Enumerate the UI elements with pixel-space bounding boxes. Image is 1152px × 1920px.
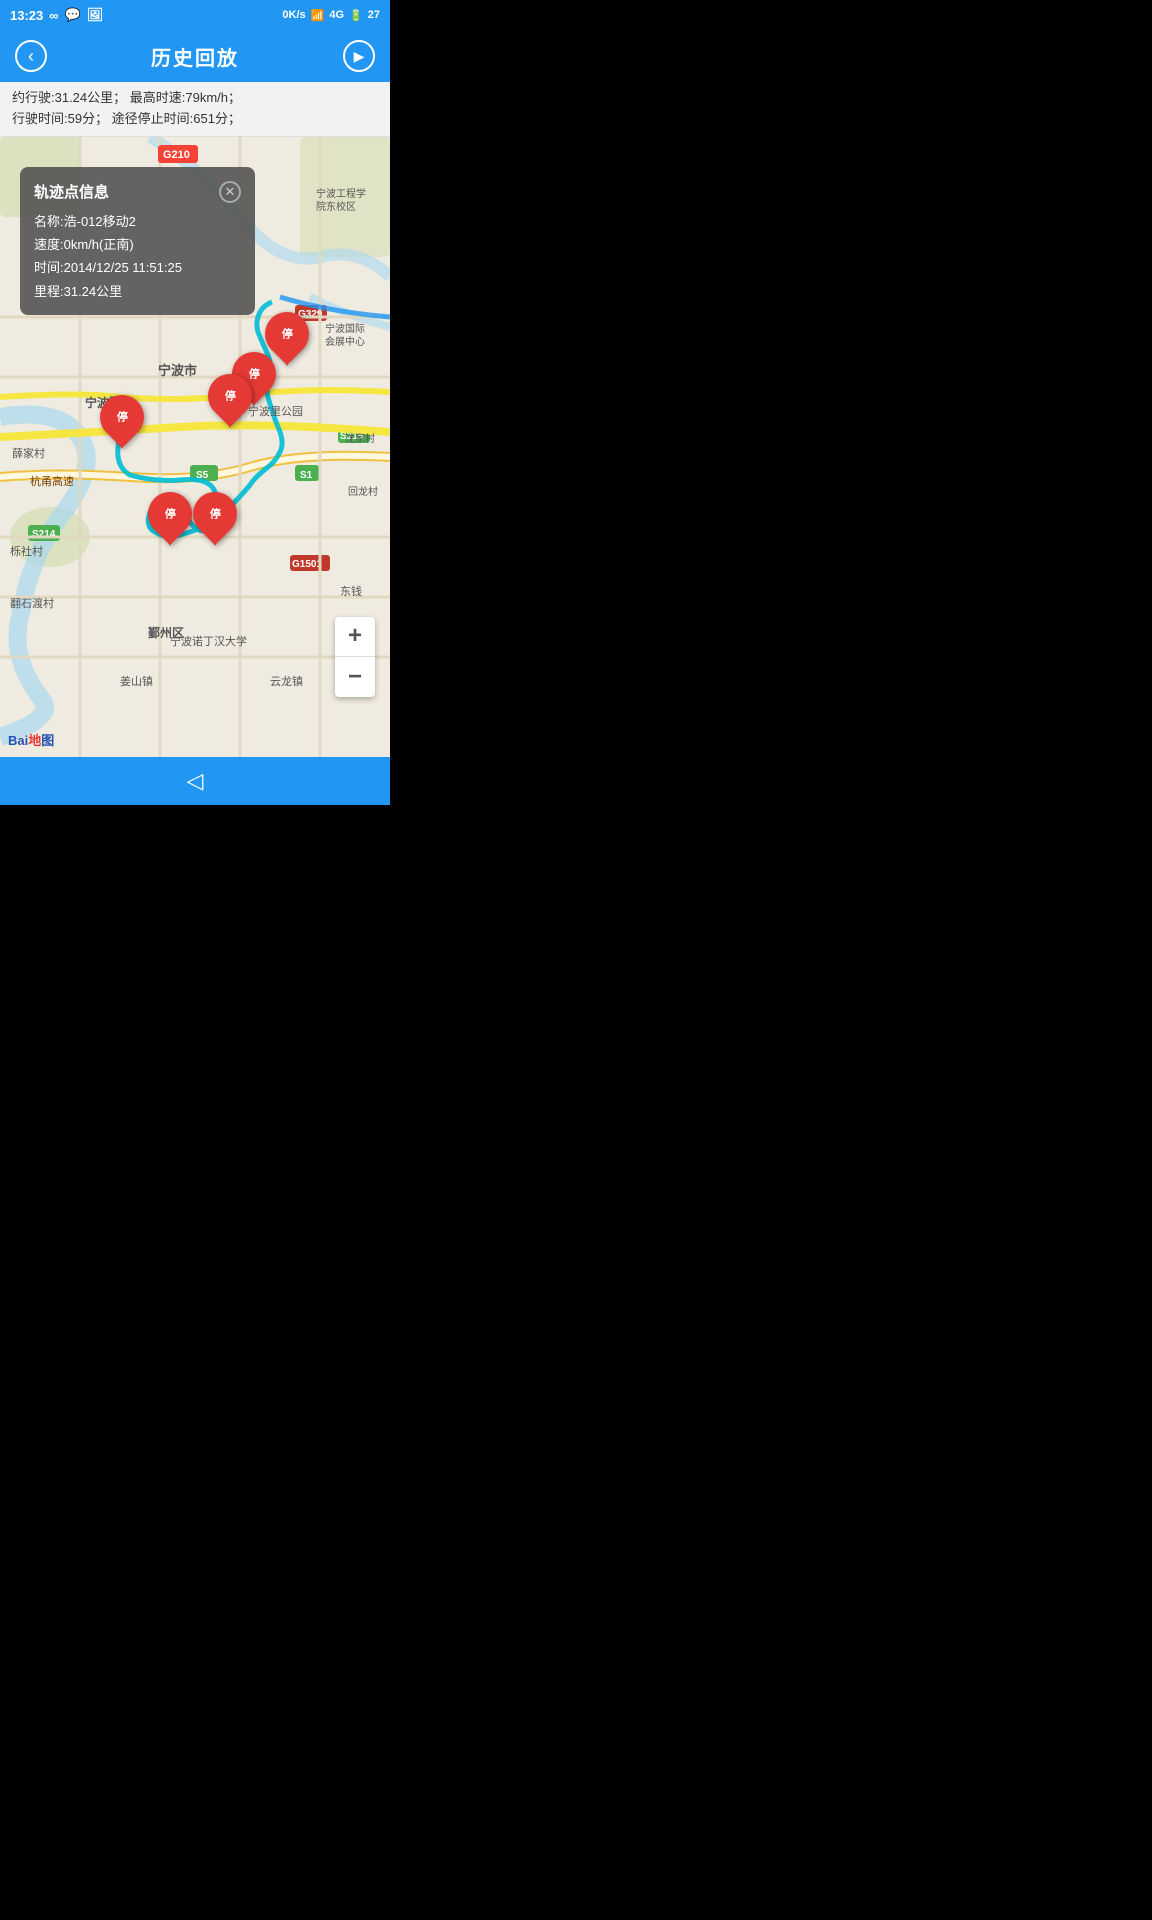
status-left: 13:23 ∞ 💬 🖼 [10,7,103,23]
svg-text:G1501: G1501 [292,559,322,570]
popup-speed: 速度:0km/h(正南) [34,233,241,256]
svg-text:栎社村: 栎社村 [10,544,43,558]
svg-text:G210: G210 [163,149,190,161]
map-container[interactable]: S5 S1 S214 S215 G329 G1501 [0,137,390,757]
popup-time: 时间:2014/12/25 11:51:25 [34,256,241,279]
svg-text:S1: S1 [300,470,313,481]
icon-message: 💬 [65,7,81,23]
svg-text:院东校区: 院东校区 [316,200,356,213]
status-right: 0K/s 📶 4G 🔋 27 [282,9,380,22]
back-icon: ◁ [187,768,204,793]
svg-text:东钱: 东钱 [340,584,362,598]
back-button[interactable]: ‹ [15,40,47,72]
info-bar: 约行驶:31.24公里； 最高时速:79km/h； 行驶时间:59分； 途径停止… [0,82,390,137]
svg-text:宁波里公园: 宁波里公园 [248,404,303,418]
info-line2: 行驶时间:59分； 途径停止时间:651分； [12,109,378,130]
stop-marker-5[interactable]: 停 [193,492,237,544]
svg-text:会展中心: 会展中心 [325,335,365,348]
icon-image: 🖼 [87,7,104,23]
time: 13:23 [10,8,43,23]
popup-name: 名称:浩-012移动2 [34,210,241,233]
stop-marker-4[interactable]: 停 [148,492,192,544]
plus-icon: + [348,622,362,650]
popup-mileage: 里程:31.24公里 [34,280,241,303]
popup-close-button[interactable]: ✕ [219,181,241,203]
status-bar: 13:23 ∞ 💬 🖼 0K/s 📶 4G 🔋 27 [0,0,390,30]
svg-text:薛家村: 薛家村 [12,446,45,460]
battery-level: 27 [368,9,380,21]
stop-marker-3[interactable]: 停 [208,374,252,426]
svg-text:宁波工程学: 宁波工程学 [316,187,366,200]
stop-marker-6[interactable]: 停 [100,395,144,447]
popup-header: 轨迹点信息 ✕ [34,179,241,206]
bottom-bar: ◁ [0,757,390,805]
svg-text:宁波市: 宁波市 [158,363,197,378]
popup-title: 轨迹点信息 [34,179,109,206]
info-line1: 约行驶:31.24公里； 最高时速:79km/h； [12,88,378,109]
zoom-in-button[interactable]: + [335,617,375,657]
close-icon: ✕ [225,180,236,203]
svg-text:回龙村: 回龙村 [348,485,378,498]
battery-icon: 🔋 [349,9,363,22]
minus-icon: − [348,663,362,691]
svg-text:翻石渡村: 翻石渡村 [10,596,54,610]
play-button[interactable]: ▶ [343,40,375,72]
4g-icon: 4G [329,9,344,21]
bottom-back-button[interactable]: ◁ [187,768,204,794]
svg-text:宁波国际: 宁波国际 [325,322,365,335]
wifi-icon: 📶 [311,9,325,22]
svg-text:沈家村: 沈家村 [345,432,375,445]
svg-text:杭甬高速: 杭甬高速 [30,474,74,488]
svg-text:云龙镇: 云龙镇 [270,674,303,688]
zoom-controls: + − [335,617,375,697]
icon-infinity: ∞ [49,8,58,23]
baidu-logo: Bai地图 [8,730,54,749]
network-speed: 0K/s [282,9,305,21]
zoom-out-button[interactable]: − [335,657,375,697]
page-title: 历史回放 [151,42,239,71]
svg-text:姜山镇: 姜山镇 [120,674,153,688]
popup-box: 轨迹点信息 ✕ 名称:浩-012移动2 速度:0km/h(正南) 时间:2014… [20,167,255,316]
nav-bar: ‹ 历史回放 ▶ [0,30,390,82]
svg-text:宁波诺丁汉大学: 宁波诺丁汉大学 [170,634,247,648]
